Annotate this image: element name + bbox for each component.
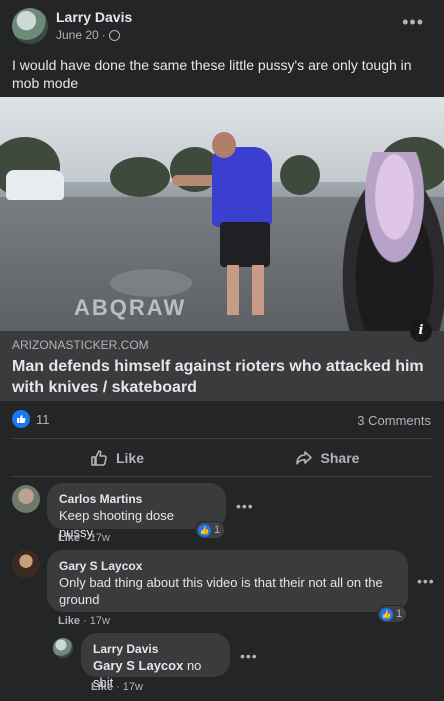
like-button-label: Like	[115, 450, 144, 466]
comment-like-link[interactable]: Like	[58, 532, 80, 544]
comment-meta: Like · 17w	[58, 532, 110, 544]
comment-count[interactable]: 3 Comments	[357, 413, 431, 428]
video-watermark: ABQRAW	[74, 295, 187, 320]
comment-reaction-count: 1	[214, 524, 221, 536]
commenter-avatar[interactable]	[12, 485, 40, 513]
divider	[12, 476, 432, 477]
thumbs-up-icon: 👍	[380, 607, 393, 621]
reply-bubble: Larry Davis Gary S Laycox no shit	[81, 633, 230, 690]
comment-like-link[interactable]: Like	[58, 615, 80, 627]
blurred-person	[334, 152, 444, 331]
video-thumbnail[interactable]: ABQRAW	[0, 97, 444, 331]
thumbs-up-icon: 👍	[198, 523, 211, 537]
comment-meta: Like · 17w	[58, 615, 110, 627]
comment-options-ellipsis-icon[interactable]: •••	[236, 498, 254, 514]
man-leg-left	[227, 265, 239, 315]
share-icon	[295, 451, 312, 465]
author-avatar[interactable]	[12, 8, 48, 44]
divider	[12, 438, 432, 439]
commenter-name[interactable]: Carlos Martins	[59, 491, 214, 507]
commenter-avatar[interactable]	[12, 550, 40, 578]
link-title[interactable]: Man defends himself against rioters who …	[12, 356, 432, 398]
comment-time[interactable]: 17w	[90, 532, 110, 544]
like-button[interactable]: Like	[12, 443, 222, 473]
thumbs-up-outline-icon	[91, 450, 107, 466]
comment-reaction-count: 1	[396, 608, 403, 620]
man-shorts	[220, 222, 270, 267]
replier-avatar[interactable]	[53, 638, 73, 658]
post-author-name[interactable]: Larry Davis	[56, 9, 132, 25]
comment-reactions[interactable]: 👍 1	[378, 606, 407, 622]
reply-mention[interactable]: Gary S Laycox	[93, 658, 183, 673]
meta-separator: ·	[101, 28, 106, 42]
comment-options-ellipsis-icon[interactable]: •••	[417, 573, 435, 589]
post-text: I would have done the same these little …	[12, 57, 412, 91]
man-head	[212, 132, 236, 158]
comment-reactions[interactable]: 👍 1	[196, 522, 225, 538]
post-options-ellipsis-icon[interactable]: •••	[402, 12, 424, 33]
reaction-summary[interactable]: 11	[12, 410, 50, 428]
comment-options-ellipsis-icon[interactable]: •••	[240, 648, 258, 664]
thumbs-up-icon	[12, 410, 30, 428]
share-button-label: Share	[320, 450, 360, 466]
comment-bubble: Gary S Laycox Only bad thing about this …	[47, 550, 408, 612]
globe-icon	[108, 29, 120, 41]
comment-time[interactable]: 17w	[123, 681, 143, 693]
comment-meta: Like · 17w	[91, 681, 143, 693]
comment-time[interactable]: 17w	[90, 615, 110, 627]
man-figure	[212, 147, 272, 227]
info-icon[interactable]: i	[410, 320, 432, 342]
post-header: Larry Davis June 20 · •••	[0, 0, 444, 50]
post-actions: Like Share	[12, 443, 432, 473]
link-domain: ARIZONASTICKER.COM	[12, 338, 149, 352]
post-date[interactable]: June 20	[56, 28, 99, 42]
replier-name[interactable]: Larry Davis	[93, 641, 218, 657]
commenter-name[interactable]: Gary S Laycox	[59, 558, 396, 574]
manhole-cover	[110, 269, 192, 297]
post-meta: June 20 ·	[56, 28, 120, 42]
man-leg-right	[252, 265, 264, 315]
comment-text: Only bad thing about this video is that …	[59, 575, 383, 607]
comment-like-link[interactable]: Like	[91, 681, 113, 693]
like-count: 11	[36, 411, 50, 427]
parked-car	[6, 170, 64, 200]
share-button[interactable]: Share	[222, 443, 432, 473]
